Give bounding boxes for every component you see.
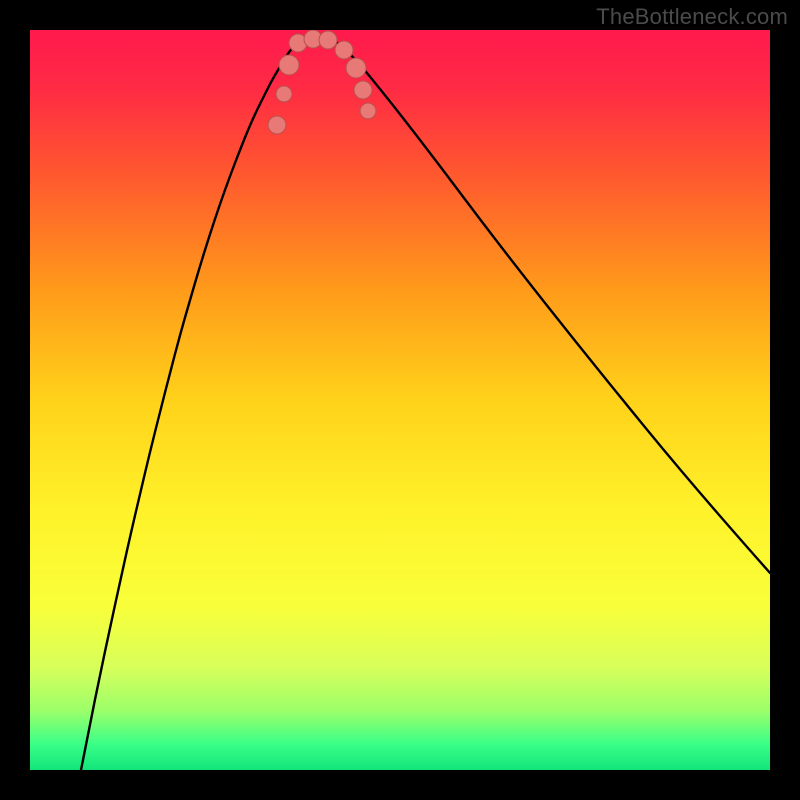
marker-point [354,81,372,99]
marker-point [335,41,353,59]
marker-point [276,86,292,102]
outer-frame: TheBottleneck.com [0,0,800,800]
marker-point [319,31,337,49]
plot-area [30,30,770,770]
marker-point [279,55,299,75]
watermark-text: TheBottleneck.com [596,4,788,30]
chart-svg [30,30,770,770]
marker-point [360,103,376,119]
marker-point [346,58,366,78]
marker-point [268,116,286,134]
gradient-background [30,30,770,770]
